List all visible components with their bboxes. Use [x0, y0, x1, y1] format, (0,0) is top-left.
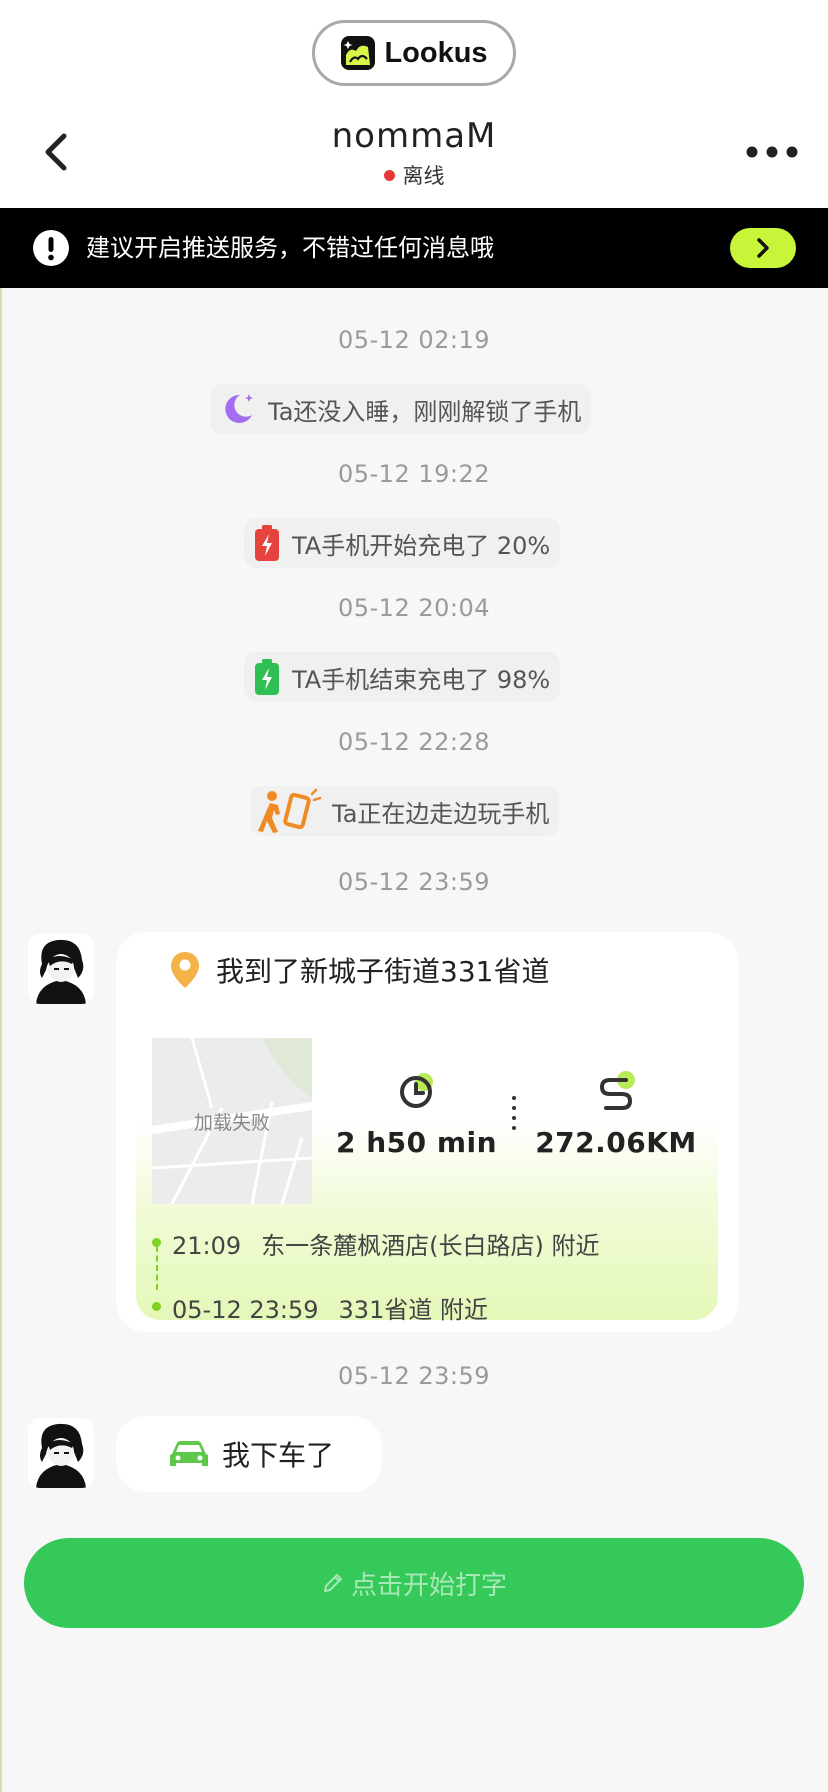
- event-walking: Ta正在边走边玩手机: [250, 786, 560, 836]
- clock-icon: [400, 1073, 433, 1108]
- avatar-image: [36, 939, 86, 1004]
- timestamp: 05-12 23:59: [337, 868, 491, 896]
- duration-value: 2 h50 min: [336, 1126, 498, 1159]
- chevron-right-icon: [757, 238, 769, 258]
- map-thumbnail[interactable]: 加载失败: [152, 1038, 312, 1204]
- walking-phone-icon: [258, 788, 322, 833]
- route-end-place: 331省道 附近: [338, 1296, 488, 1324]
- distance-stat: 272.06KM: [526, 1068, 706, 1159]
- route-start: 21:09 东一条麓枫酒店(长白路店) 附近: [172, 1226, 600, 1261]
- route-icon: [599, 1071, 635, 1110]
- top-bar: Lookus nommaM 离线: [0, 0, 828, 208]
- event-charge-start: TA手机开始充电了 20%: [244, 518, 561, 568]
- enable-push-button[interactable]: [730, 228, 796, 268]
- status-text: 离线: [402, 164, 445, 188]
- event-text: TA手机开始充电了 20%: [292, 531, 551, 560]
- location-title: 我到了新城子街道331省道: [216, 955, 550, 988]
- distance-value: 272.06KM: [535, 1126, 697, 1159]
- location-header: 我到了新城子街道331省道: [168, 950, 549, 990]
- event-text: Ta正在边走边玩手机: [332, 799, 550, 828]
- avatar[interactable]: [28, 1418, 94, 1488]
- duration-stat: 2 h50 min: [336, 1068, 498, 1159]
- location-message-card[interactable]: 我到了新城子街道331省道 加载失败 2 h50 min 272.06KM 21…: [116, 932, 738, 1332]
- online-status: 离线: [0, 160, 828, 190]
- route-start-place: 东一条麓枫酒店(长白路店) 附近: [261, 1232, 600, 1260]
- input-placeholder: 点击开始打字: [350, 1570, 507, 1601]
- car-message-card[interactable]: 我下车了: [116, 1416, 382, 1492]
- battery-full-charging-icon: [255, 659, 279, 695]
- event-charge-end: TA手机结束充电了 98%: [244, 652, 561, 702]
- route-end: 05-12 23:59 331省道 附近: [172, 1290, 488, 1325]
- more-horizontal-icon[interactable]: [744, 140, 800, 164]
- map-load-failed-text: 加载失败: [193, 1112, 270, 1134]
- push-notification-banner[interactable]: 建议开启推送服务，不错过任何消息哦: [0, 208, 828, 288]
- timestamp: 05-12 22:28: [337, 728, 491, 756]
- avatar-image: [36, 1423, 86, 1488]
- route-connector: [156, 1246, 158, 1290]
- event-unlock: Ta还没入睡，刚刚解锁了手机: [210, 384, 592, 434]
- battery-low-charging-icon: [255, 525, 279, 561]
- route-start-time: 21:09: [172, 1232, 242, 1260]
- event-text: Ta还没入睡，刚刚解锁了手机: [268, 397, 582, 426]
- timestamp: 05-12 19:22: [337, 460, 491, 488]
- pencil-icon: [323, 1574, 342, 1592]
- moon-icon: [225, 394, 253, 423]
- banner-text: 建议开启推送服务，不错过任何消息哦: [86, 234, 494, 262]
- timestamp: 05-12 02:19: [337, 326, 491, 354]
- route-end-dot: [152, 1302, 161, 1311]
- alert-circle-icon: [33, 230, 69, 266]
- brand-pill[interactable]: Lookus: [312, 20, 516, 86]
- avatar[interactable]: [28, 934, 94, 1004]
- lookus-logo-icon: [341, 36, 376, 70]
- brand-name: Lookus: [384, 36, 488, 69]
- start-typing-button[interactable]: 点击开始打字: [24, 1538, 804, 1628]
- location-pin-icon: [171, 952, 199, 988]
- stat-divider: [512, 1096, 516, 1130]
- route-timeline: 21:09 东一条麓枫酒店(长白路店) 附近 05-12 23:59 331省道 附…: [152, 1226, 712, 1324]
- contact-name: nommaM: [331, 116, 497, 156]
- timestamp: 05-12 20:04: [337, 594, 491, 622]
- status-dot: [383, 169, 395, 181]
- trip-summary: 加载失败 2 h50 min 272.06KM 21:09 东一条麓枫酒店(长白…: [136, 1038, 718, 1324]
- timestamp: 05-12 23:59: [337, 1362, 491, 1390]
- car-icon: [170, 1441, 208, 1466]
- route-end-time: 05-12 23:59: [172, 1296, 319, 1324]
- car-message-text: 我下车了: [222, 1439, 335, 1472]
- event-text: TA手机结束充电了 98%: [292, 665, 551, 694]
